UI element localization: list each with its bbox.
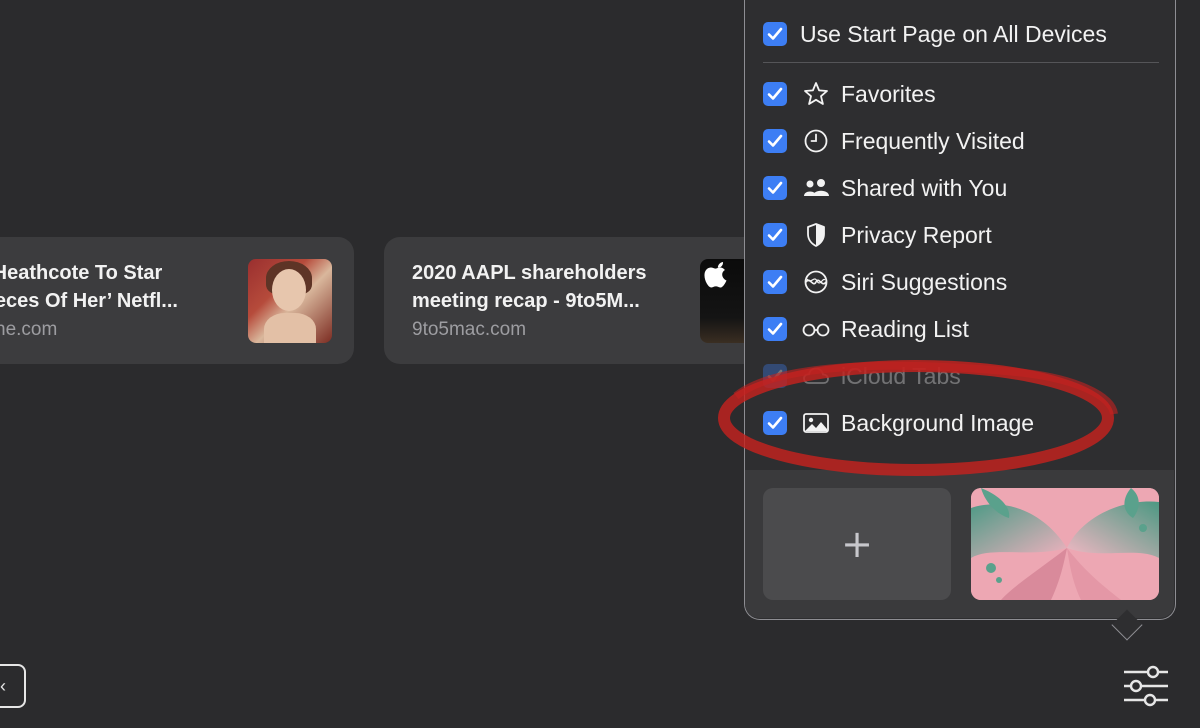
- option-background-image[interactable]: Background Image: [763, 405, 1034, 441]
- option-label: Favorites: [841, 80, 936, 107]
- checkbox[interactable]: [763, 317, 787, 341]
- plus-icon: +: [841, 522, 873, 566]
- checkbox[interactable]: [763, 176, 787, 200]
- star-icon: [801, 79, 831, 109]
- sidebar-toggle-button[interactable]: ‹: [0, 664, 26, 708]
- card-domain: 9to5mac.com: [412, 319, 527, 340]
- thumb-body-shape: [264, 313, 316, 343]
- option-label: Frequently Visited: [841, 127, 1025, 154]
- checkbox[interactable]: [763, 22, 787, 46]
- checkbox[interactable]: [763, 82, 787, 106]
- siri-icon: [801, 267, 831, 297]
- shield-icon: [801, 220, 831, 250]
- checkbox: [763, 364, 787, 388]
- thumb-face-shape: [272, 269, 306, 311]
- clock-icon: [801, 126, 831, 156]
- card-domain: dline.com: [0, 319, 58, 340]
- suggestion-card-2[interactable]: 2020 AAPL shareholders meeting recap - 9…: [384, 237, 764, 364]
- option-shared-with-you[interactable]: Shared with You: [763, 170, 1007, 206]
- chevron-left-icon: ‹: [0, 676, 6, 696]
- photo-icon: [801, 408, 831, 438]
- checkbox[interactable]: [763, 129, 787, 153]
- apple-logo-icon: [704, 261, 728, 296]
- checkbox[interactable]: [763, 411, 787, 435]
- cloud-icon: [801, 361, 831, 391]
- people-icon: [801, 173, 831, 203]
- butterfly-background-thumbnail[interactable]: [971, 488, 1159, 600]
- add-background-image-button[interactable]: +: [763, 488, 951, 600]
- checkbox[interactable]: [763, 270, 787, 294]
- option-label: Privacy Report: [841, 221, 992, 248]
- option-label: Background Image: [841, 409, 1035, 436]
- checkbox[interactable]: [763, 223, 787, 247]
- card-title-line-1: a Heathcote To Star: [0, 262, 163, 284]
- option-frequently-visited[interactable]: Frequently Visited: [763, 123, 1025, 159]
- option-privacy-report[interactable]: Privacy Report: [763, 217, 992, 253]
- option-label: iCloud Tabs: [841, 362, 961, 389]
- option-use-start-page-all-devices[interactable]: Use Start Page on All Devices: [763, 16, 1107, 52]
- card-title: a Heathcote To Star Pieces Of Her’ Netfl…: [0, 259, 178, 315]
- option-label: Siri Suggestions: [841, 268, 1008, 295]
- card-title-line-1: 2020 AAPL shareholders: [412, 262, 647, 284]
- customize-start-page-button[interactable]: [1120, 664, 1172, 708]
- option-favorites[interactable]: Favorites: [763, 76, 936, 112]
- background-image-picker: +: [745, 470, 1174, 618]
- option-siri-suggestions[interactable]: Siri Suggestions: [763, 264, 1007, 300]
- option-reading-list[interactable]: Reading List: [763, 311, 969, 347]
- card-title-line-2: meeting recap - 9to5M...: [412, 290, 640, 312]
- sliders-icon: [1124, 665, 1168, 707]
- glasses-icon: [801, 314, 831, 344]
- option-label: Reading List: [841, 315, 969, 342]
- card-title: 2020 AAPL shareholders meeting recap - 9…: [412, 259, 647, 315]
- option-label: Shared with You: [841, 174, 1008, 201]
- option-icloud-tabs: iCloud Tabs: [763, 358, 961, 394]
- divider: [763, 62, 1159, 63]
- option-label: Use Start Page on All Devices: [800, 20, 1107, 47]
- card-title-line-2: Pieces Of Her’ Netfl...: [0, 290, 178, 312]
- suggestion-card-1[interactable]: a Heathcote To Star Pieces Of Her’ Netfl…: [0, 237, 354, 364]
- portrait-thumbnail: [248, 259, 332, 343]
- start-page-customize-popover: Use Start Page on All Devices Favorites …: [744, 0, 1176, 620]
